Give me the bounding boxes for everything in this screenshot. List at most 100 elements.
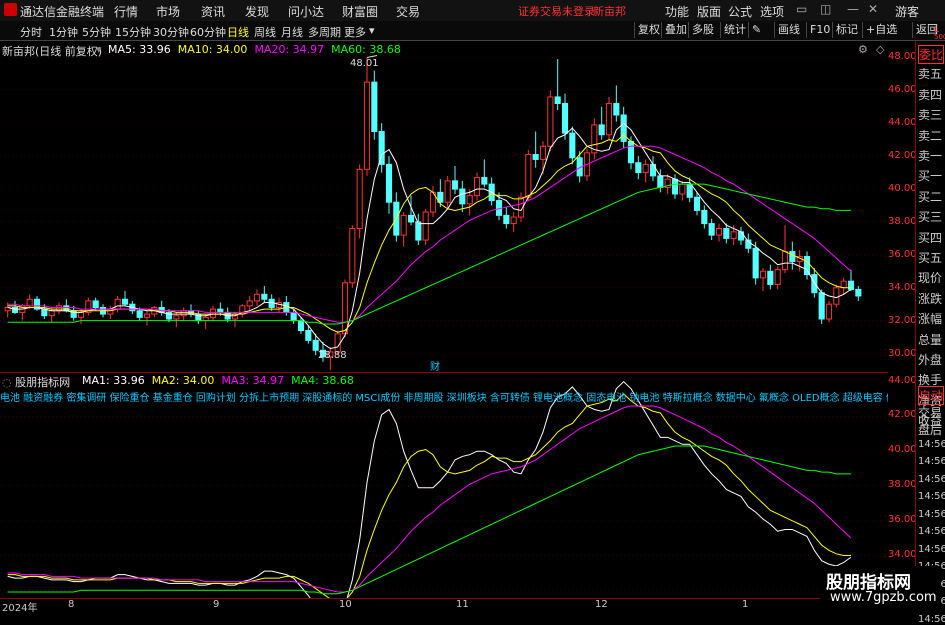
price-tick: 38.00 xyxy=(888,215,917,227)
candle-body xyxy=(759,270,767,279)
restore-icon[interactable]: ▭ xyxy=(796,2,807,16)
indicator-chart[interactable] xyxy=(0,372,888,599)
trade-time-7: 14:56 xyxy=(918,508,945,520)
app-logo-icon xyxy=(4,3,17,16)
period-tab-more[interactable]: 更多 xyxy=(344,24,366,40)
candle-body xyxy=(701,209,708,225)
candle-body xyxy=(385,163,393,203)
indicator-icon: ◌ xyxy=(2,376,12,389)
candle-body xyxy=(635,162,642,174)
financial-report-marker[interactable]: 财 xyxy=(430,358,440,373)
draw-line-button[interactable]: 画线 xyxy=(774,22,803,38)
menu-functions[interactable]: 功能 xyxy=(665,3,689,20)
candle-body xyxy=(715,228,723,236)
guest-label[interactable]: 游客 xyxy=(895,3,919,20)
candlestick-chart[interactable] xyxy=(0,41,888,370)
menu-news[interactable]: 资讯 xyxy=(201,3,225,20)
price-tick: 48.00 xyxy=(888,51,917,63)
panel-tab-0[interactable]: 自动 xyxy=(918,386,945,405)
candle-body xyxy=(466,195,473,205)
menu-wealth[interactable]: 财富圈 xyxy=(342,3,378,20)
trade-time-9: 14:56 xyxy=(918,543,945,555)
quote-label-11: 现价 xyxy=(918,271,943,286)
candle-body xyxy=(253,293,261,302)
candle-body xyxy=(752,247,759,279)
period-tab-daily[interactable]: 日线 xyxy=(227,24,249,40)
candle-body xyxy=(290,311,297,322)
candle-body xyxy=(627,140,635,164)
menu-market[interactable]: 市场 xyxy=(156,3,180,20)
multi-stock-button[interactable]: 多股 xyxy=(688,22,717,38)
menu-trade[interactable]: 交易 xyxy=(396,3,420,20)
candle-body xyxy=(297,320,305,332)
indicator-line-ma20 xyxy=(7,405,852,593)
collapse-icon[interactable]: ◇ xyxy=(876,43,884,56)
stock-name-notice: 新亩邦 xyxy=(593,5,626,18)
indicator-line-ma5 xyxy=(7,381,852,599)
ma3-legend: MA3: 34.97 xyxy=(221,374,285,387)
quote-label-15: 外盘 xyxy=(918,353,943,367)
period-tab-multi[interactable]: 多周期 xyxy=(308,24,341,40)
quote-label-14: 总量 xyxy=(918,332,943,347)
price-tick: 44.00 xyxy=(888,117,917,129)
panel-tab-2[interactable]: 盘后 xyxy=(918,421,942,438)
candle-body xyxy=(246,300,253,307)
indicator-legend: MA1: 33.96 MA2: 34.00 MA3: 34.97 MA4: 38… xyxy=(82,374,354,387)
panel-tab-1[interactable]: 交易 xyxy=(918,404,942,421)
period-tab-30min[interactable]: 30分钟 xyxy=(153,24,189,40)
candle-body xyxy=(642,163,649,174)
candle-body xyxy=(708,223,715,236)
menu-market-quotes[interactable]: 行情 xyxy=(114,3,138,20)
menu-ask[interactable]: 问小达 xyxy=(288,3,324,20)
candle-body xyxy=(686,183,693,198)
overlay-button[interactable]: 叠加 xyxy=(661,22,690,38)
candle-body xyxy=(569,132,576,159)
period-tab-1min[interactable]: 1分钟 xyxy=(49,24,78,40)
menu-layout[interactable]: 版面 xyxy=(697,3,721,20)
add-watchlist-button[interactable]: +自选 xyxy=(862,22,900,38)
adjust-button[interactable]: 复权 xyxy=(634,22,663,38)
draw-line-icon[interactable]: ✎ xyxy=(748,22,764,38)
period-tab-5min[interactable]: 5分钟 xyxy=(82,24,111,40)
minimize-icon[interactable]: — xyxy=(847,2,859,16)
x-label-aug: 8 xyxy=(68,599,75,610)
candle-body xyxy=(121,298,129,305)
indicator-title: ◌ 股朋指标网 xyxy=(2,374,70,390)
period-tab-15min[interactable]: 15分钟 xyxy=(115,24,151,40)
mark-button[interactable]: 标记 xyxy=(832,22,861,38)
ma1-legend: MA1: 33.96 xyxy=(82,374,145,387)
price-tick: 36.00 xyxy=(888,248,917,260)
candle-body xyxy=(818,292,825,320)
more-chevron-icon[interactable]: ▾ xyxy=(369,24,375,37)
ma2-legend: MA2: 34.00 xyxy=(151,374,215,387)
candle-body xyxy=(833,287,840,305)
f10-button[interactable]: F10 xyxy=(806,22,833,38)
window-icon[interactable]: ◫ xyxy=(820,2,831,16)
period-tab-weekly[interactable]: 周线 xyxy=(254,24,276,40)
period-tab-60min[interactable]: 60分钟 xyxy=(190,24,226,40)
concept-tags[interactable]: 电池 融资融券 密集调研 保险重仓 基金重仓 回购计划 分拆上市预期 深股通标的… xyxy=(0,389,888,403)
indicator-tick: 44.00 xyxy=(888,374,917,386)
candle-body xyxy=(341,282,349,335)
login-notice[interactable]: 证券交易未登录 xyxy=(518,3,595,19)
candle-body xyxy=(657,175,664,188)
candle-body xyxy=(363,81,371,170)
period-tab-monthly[interactable]: 月线 xyxy=(281,24,303,40)
candle-body xyxy=(737,231,745,241)
candle-body xyxy=(114,298,121,310)
period-tab-intraday[interactable]: 分时 xyxy=(20,24,42,40)
close-icon[interactable]: ✕ xyxy=(868,2,878,16)
candle-body xyxy=(261,293,268,300)
menu-discover[interactable]: 发现 xyxy=(245,3,269,20)
candle-body xyxy=(305,330,312,341)
trade-time-13: 14:56 xyxy=(918,613,945,625)
menu-formula[interactable]: 公式 xyxy=(728,3,752,20)
settings-icon[interactable]: ⚙ xyxy=(858,43,868,56)
statistics-button[interactable]: 统计 xyxy=(720,22,749,38)
candle-body xyxy=(481,177,488,185)
dropdown-icon[interactable]: ▾ xyxy=(96,43,102,56)
indicator-line-ma60 xyxy=(7,445,851,595)
menu-options[interactable]: 选项 xyxy=(760,3,784,20)
trade-time-6: 14:56 xyxy=(918,491,945,502)
candle-body xyxy=(407,214,415,223)
